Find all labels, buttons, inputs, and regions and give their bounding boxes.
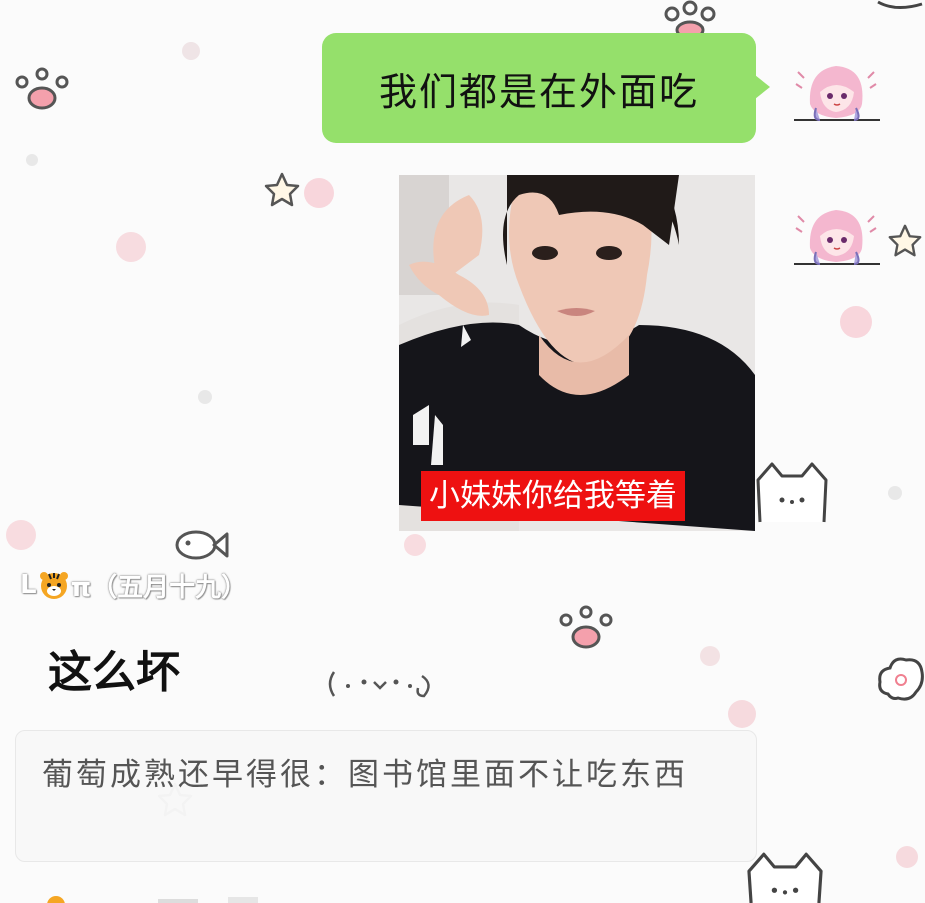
decor-dot: [182, 42, 200, 60]
tiger-emoji-icon: [39, 572, 68, 599]
next-sender-peek: [47, 896, 258, 903]
fish-icon: [175, 530, 229, 560]
cat-face-icon: [756, 462, 828, 523]
kaomoji-icon: [328, 671, 430, 698]
outgoing-image-message[interactable]: 小妹妹你给我等着: [399, 175, 755, 531]
decor-dot: [728, 700, 756, 728]
outgoing-text-bubble[interactable]: 我们都是在外面吃: [322, 33, 770, 143]
decor-dot: [888, 486, 902, 500]
quoted-message-text: 葡萄成熟还早得很：图书馆里面不让吃东西: [42, 757, 688, 793]
message-text: 我们都是在外面吃: [378, 69, 699, 114]
cloud-icon: [877, 0, 923, 9]
sender-name-initial: L: [20, 570, 37, 600]
paw-icon: [559, 605, 613, 649]
quoted-message[interactable]: 葡萄成熟还早得很：图书馆里面不让吃东西: [15, 730, 757, 862]
decor-dot: [116, 232, 146, 262]
sender-name[interactable]: L π（五月十九）: [20, 568, 248, 603]
star-icon: [264, 172, 300, 207]
incoming-text-message[interactable]: 这么坏: [48, 636, 180, 700]
star-icon: [888, 224, 922, 257]
decor-dot: [700, 646, 720, 666]
paw-icon: [664, 0, 716, 34]
avatar-icon[interactable]: [790, 48, 882, 140]
image-caption: 小妹妹你给我等着: [421, 471, 685, 521]
decor-dot: [26, 154, 38, 166]
decor-dot: [198, 390, 212, 404]
cloud-icon: [878, 657, 924, 701]
sender-name-rest: π（五月十九）: [70, 572, 248, 603]
decor-dot: [840, 306, 872, 338]
paw-icon: [15, 67, 69, 110]
decor-dot: [304, 178, 334, 208]
avatar-icon[interactable]: [790, 192, 882, 284]
decor-dot: [6, 520, 36, 550]
decor-dot: [404, 534, 426, 556]
decor-dot: [896, 846, 918, 868]
